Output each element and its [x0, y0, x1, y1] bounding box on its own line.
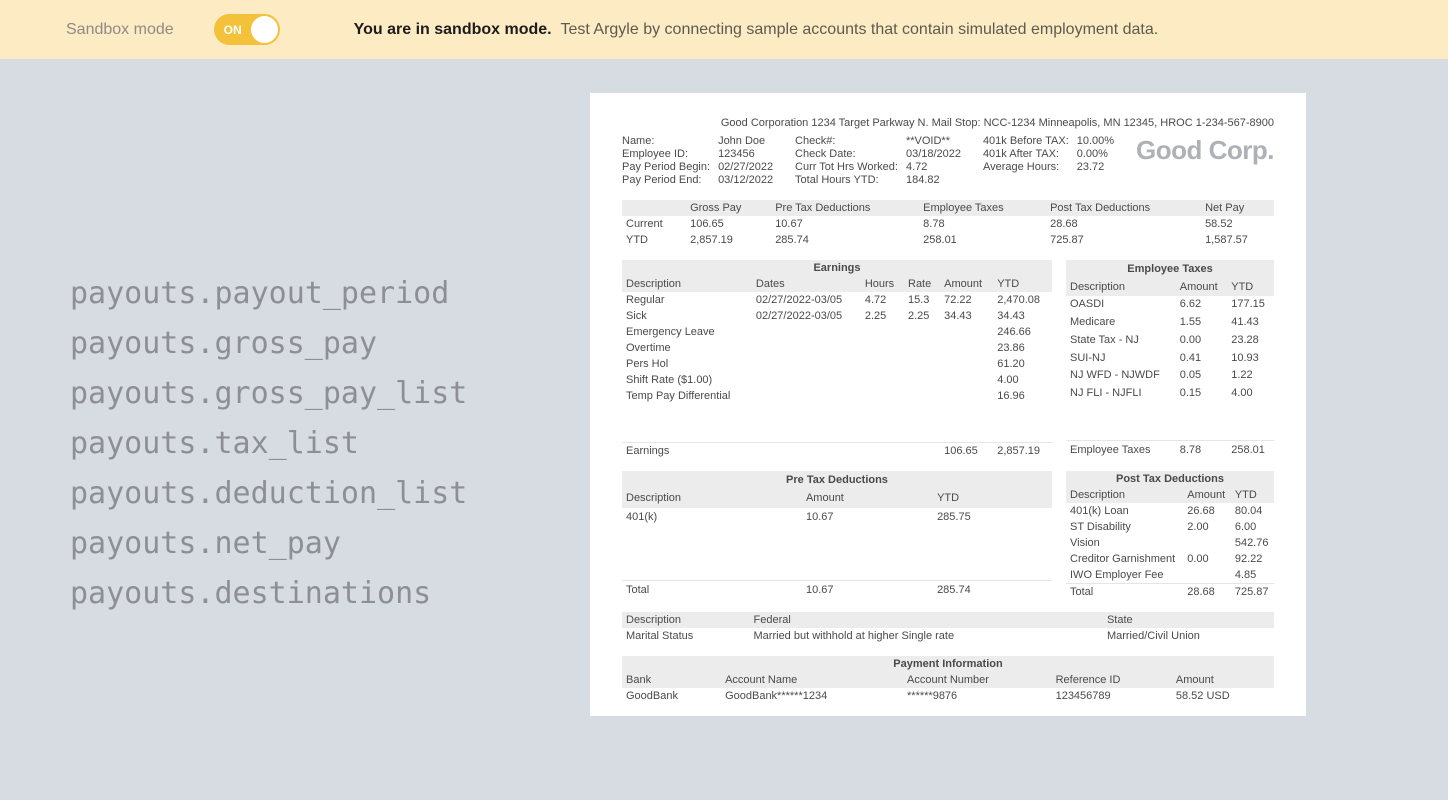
field-list: payouts.payout_period payouts.gross_pay …: [0, 59, 590, 716]
field-item: payouts.gross_pay: [70, 329, 590, 359]
sandbox-label: Sandbox mode: [66, 21, 174, 39]
company-logo: Good Corp.: [1136, 135, 1274, 166]
banner-text: Test Argyle by connecting sample account…: [561, 21, 1159, 38]
sandbox-banner: Sandbox mode ON You are in sandbox mode.…: [0, 0, 1448, 59]
field-item: payouts.net_pay: [70, 529, 590, 559]
posttax-table: Post Tax DeductionsDescriptionAmountYTD4…: [1066, 471, 1274, 600]
toggle-knob: [251, 16, 278, 43]
pretax-table: Pre Tax DeductionsDescriptionAmountYTD40…: [622, 471, 1052, 600]
field-item: payouts.payout_period: [70, 279, 590, 309]
status-table: DescriptionFederalStateMarital StatusMar…: [622, 612, 1274, 644]
field-item: payouts.deduction_list: [70, 479, 590, 509]
payment-table: Payment InformationBankAccount NameAccou…: [622, 656, 1274, 704]
employee-info: Name:John DoeEmployee ID:123456Pay Perio…: [622, 135, 773, 186]
field-item: payouts.gross_pay_list: [70, 379, 590, 409]
earnings-table: EarningsDescriptionDatesHoursRateAmountY…: [622, 260, 1052, 459]
check-info: Check#:**VOID**Check Date:03/18/2022Curr…: [795, 135, 961, 186]
field-item: payouts.destinations: [70, 579, 590, 609]
banner-strong: You are in sandbox mode.: [354, 21, 552, 38]
summary-table: Gross PayPre Tax DeductionsEmployee Taxe…: [622, 200, 1274, 248]
employee-taxes-table: Employee TaxesDescriptionAmountYTDOASDI6…: [1066, 260, 1274, 459]
corp-address: Good Corporation 1234 Target Parkway N. …: [622, 117, 1274, 129]
field-item: payouts.tax_list: [70, 429, 590, 459]
tax-info: 401k Before TAX:10.00%401k After TAX:0.0…: [983, 135, 1114, 173]
sandbox-toggle[interactable]: ON: [214, 14, 280, 45]
paystub: Good Corporation 1234 Target Parkway N. …: [590, 93, 1306, 716]
